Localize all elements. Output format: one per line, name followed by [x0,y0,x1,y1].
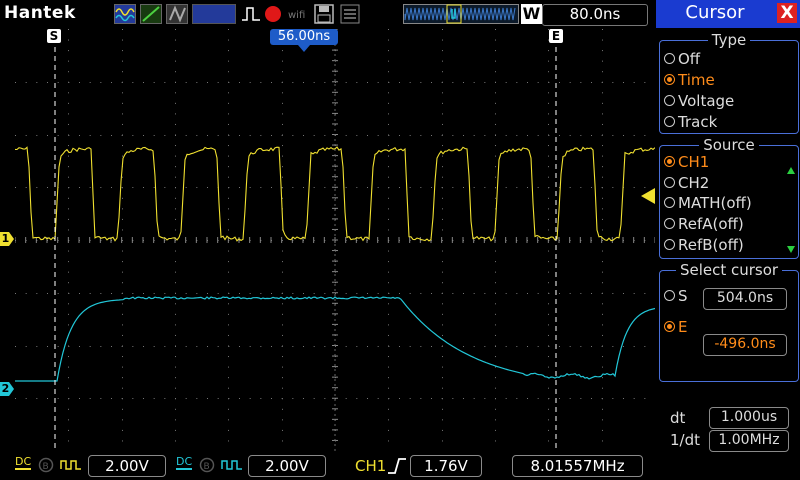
type-option-track[interactable]: Track [664,113,717,131]
select-e-option[interactable]: E [664,318,687,336]
radio-icon [664,197,675,208]
radio-icon [664,53,675,64]
trigger-level[interactable]: 1.76V [410,455,482,477]
wave-display-icon[interactable] [114,4,136,24]
radio-icon [664,239,675,250]
radio-icon [664,95,675,106]
close-button[interactable]: X [777,3,797,23]
radio-icon [664,177,675,188]
ch1-probe-icon [60,460,81,470]
trigger-level-marker[interactable] [641,188,655,204]
type-option-off[interactable]: Off [664,50,700,68]
trigger-position-flag[interactable]: 56.00ns [270,29,338,45]
trigger-position-arrow [298,45,310,52]
waveform-display [15,29,655,451]
ch1-bw-limit-icon: B [38,457,54,473]
radio-icon [664,290,675,301]
source-group-title: Source [699,136,759,154]
oscilloscope-screen [15,29,655,451]
ch2-coupling: DC [176,455,193,470]
s-cursor-tag[interactable]: S [47,29,61,43]
frequency-readout: 8.01557MHz [512,455,643,477]
inv-dt-value: 1.00MHz [709,430,789,452]
persistence-icon[interactable] [166,4,188,24]
type-option-voltage[interactable]: Voltage [664,92,734,110]
vector-mode-icon[interactable] [140,4,162,24]
ch2-marker-label: 2 [1,382,10,395]
memory-depth-bar[interactable] [403,4,519,24]
ch1-marker-label: 1 [1,232,10,245]
s-cursor-value[interactable]: 504.0ns [703,288,787,310]
source-option-refb[interactable]: RefB(off) [664,236,744,254]
svg-text:B: B [43,462,49,472]
menu-icon[interactable] [340,4,360,24]
timebase-display[interactable]: 80.0ns [542,4,648,26]
svg-text:B: B [204,462,210,472]
dt-value: 1.000us [709,407,789,429]
source-option-ch1[interactable]: CH1 [664,153,709,171]
source-option-math[interactable]: MATH(off) [664,194,752,212]
ch2-bw-limit-icon: B [199,457,215,473]
ch1-coupling: DC [15,455,32,470]
brand-logo: Hantek [4,3,76,23]
inv-dt-label: 1/dt [670,431,700,449]
e-cursor-value[interactable]: -496.0ns [703,334,787,356]
graticule-grid [15,29,655,451]
source-option-refa[interactable]: RefA(off) [664,215,744,233]
radio-icon [664,218,675,229]
svg-text:wifi: wifi [288,10,305,21]
ch2-probe-icon [221,460,242,470]
dt-label: dt [670,409,686,427]
type-option-time[interactable]: Time [664,71,715,89]
scroll-up-icon[interactable] [786,166,796,176]
source-option-ch2[interactable]: CH2 [664,174,709,192]
wifi-icon: wifi [288,10,305,21]
radio-selected-icon [664,74,675,85]
select-s-option[interactable]: S [664,287,688,305]
acquire-mode-indicator[interactable] [192,4,236,24]
scroll-down-icon[interactable] [786,244,796,254]
radio-selected-icon [664,321,675,332]
type-group-title: Type [707,31,751,49]
rising-edge-icon [388,458,406,474]
ch1-scale[interactable]: 2.00V [88,455,166,477]
radio-icon [664,116,675,127]
trigger-source[interactable]: CH1 [355,457,386,475]
e-cursor-tag[interactable]: E [549,29,563,43]
save-icon[interactable] [314,4,334,24]
trigger-edge-icon [242,7,260,21]
record-icon[interactable] [264,5,282,23]
window-label[interactable]: W [521,4,542,24]
panel-title: Cursor [685,2,745,23]
ch2-scale[interactable]: 2.00V [248,455,326,477]
radio-selected-icon [664,156,675,167]
select-cursor-title: Select cursor [675,261,783,279]
